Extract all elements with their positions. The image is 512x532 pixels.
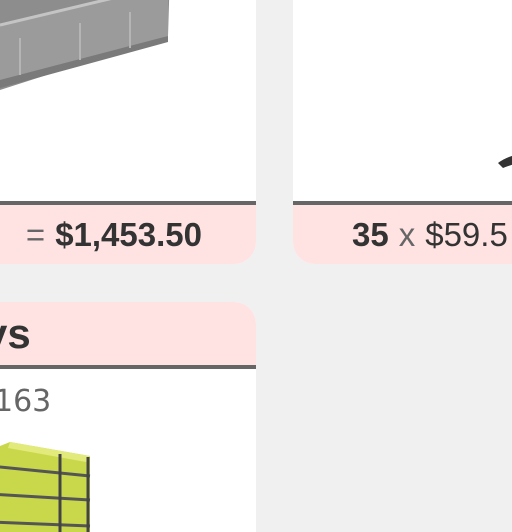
equals-sign: = bbox=[25, 215, 46, 253]
product-card-tray[interactable]: = $1,453.50 bbox=[0, 0, 256, 264]
gray-tray-image bbox=[0, 0, 170, 90]
product-title: ys bbox=[0, 309, 31, 357]
price-line-band: 35 x $59.5 bbox=[293, 201, 512, 264]
product-image-tray[interactable] bbox=[0, 0, 256, 201]
quantity: 35 bbox=[352, 215, 389, 253]
dark-bracket-image bbox=[498, 155, 512, 168]
price-summary-band: = $1,453.50 bbox=[0, 201, 256, 264]
yellow-shelving-image[interactable] bbox=[0, 442, 100, 532]
product-header-band: ys bbox=[0, 302, 256, 369]
total-price: $1,453.50 bbox=[55, 215, 202, 253]
multiply-sign: x bbox=[398, 215, 416, 253]
product-code: 163 bbox=[0, 384, 52, 419]
product-card-bracket[interactable]: 35 x $59.5 bbox=[293, 0, 512, 264]
product-image-bracket[interactable] bbox=[293, 0, 512, 201]
unit-price: $59.5 bbox=[425, 215, 508, 253]
product-card-shelving[interactable]: ys 163 bbox=[0, 302, 256, 532]
